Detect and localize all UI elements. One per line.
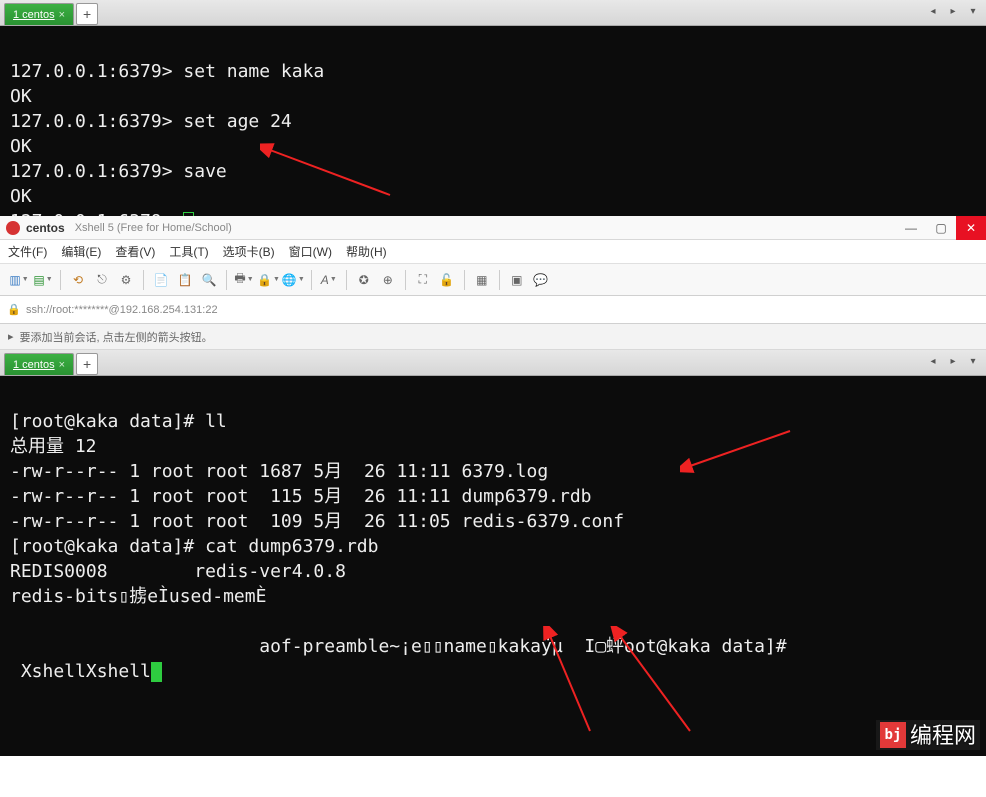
xshell-hintbar: ▸ 要添加当前会话, 点击左侧的箭头按钮。 [0,324,986,350]
lower-tab-bar: 1 centos × + ◂ ▸ ▾ [0,350,986,376]
fullscreen-button[interactable]: ⛶ [412,269,434,291]
watermark-logo-icon: bj [880,722,906,748]
tab-next-icon[interactable]: ▸ [944,354,962,372]
app-subtitle: Xshell 5 (Free for Home/School) [75,222,232,234]
maximize-button[interactable]: ▢ [926,216,956,240]
tab-menu-icon[interactable]: ▾ [964,354,982,372]
open-button[interactable]: ▤▼ [32,269,54,291]
prompt: [root@kaka data]# [10,536,205,557]
chat-button[interactable]: 💬 [530,269,552,291]
paste-button[interactable]: 📋 [174,269,196,291]
watermark-text: 编程网 [910,723,976,748]
output: -rw-r--r-- 1 root root 1687 5月 26 11:11 … [10,461,548,482]
prompt: 127.0.0.1:6379> [10,111,183,132]
menu-tools[interactable]: 工具(T) [169,243,208,260]
command: set age 24 [183,111,291,132]
menu-tabs[interactable]: 选项卡(B) [223,243,275,260]
tab-prev-icon[interactable]: ◂ [924,4,942,22]
hint-icon[interactable]: ▸ [8,330,14,343]
prompt: 127.0.0.1:6379> [10,161,183,182]
tab-close-icon[interactable]: × [59,354,65,376]
separator [464,270,465,290]
compose-button[interactable]: ▦ [471,269,493,291]
separator [311,270,312,290]
watermark: bj 编程网 [876,720,980,750]
star-button[interactable]: ✪ [353,269,375,291]
xshell-addressbar: 🔒 ssh://root:********@192.168.254.131:22 [0,296,986,324]
tab-centos-upper[interactable]: 1 centos × [4,3,74,25]
lower-terminal[interactable]: [root@kaka data]# ll 总用量 12 -rw-r--r-- 1… [0,376,986,756]
output: redis-bits▯掳eÌused-memÈ [10,586,266,607]
tab-label: 1 centos [13,4,55,26]
upper-tab-bar: 1 centos × + ◂ ▸ ▾ [0,0,986,26]
world-button[interactable]: ⊕ [377,269,399,291]
close-button[interactable]: ✕ [956,216,986,240]
find-button[interactable]: 🔍 [198,269,220,291]
tab-prev-icon[interactable]: ◂ [924,354,942,372]
lock-icon: 🔒 [8,304,20,316]
command: save [183,161,226,182]
separator [346,270,347,290]
disconnect-button[interactable]: ⎋ [91,269,113,291]
app-name: centos [26,221,65,235]
new-button[interactable]: ▥▼ [8,269,30,291]
xshell-titlebar: centos Xshell 5 (Free for Home/School) —… [0,216,986,240]
menu-window[interactable]: 窗口(W) [289,243,332,260]
tab-centos-lower[interactable]: 1 centos × [4,353,74,375]
menu-help[interactable]: 帮助(H) [346,243,387,260]
tab-label: 1 centos [13,354,55,376]
separator [405,270,406,290]
output: aof-preamble~¡e▯▯name▯kakaÿµ I▢蚲oot@kaka… [10,636,787,657]
red-arrow-icon [260,140,400,200]
command: ll [205,411,227,432]
tab-menu-icon[interactable]: ▾ [964,4,982,22]
output: 总用量 12 [10,436,97,457]
xshell-toolbar: ▥▼ ▤▼ ⟲ ⎋ ⚙ 📄 📋 🔍 🖶▼ 🔒▼ 🌐▼ A▼ ✪ ⊕ ⛶ 🔓 ▦ … [0,264,986,296]
separator [226,270,227,290]
globe-button[interactable]: 🌐▼ [282,269,305,291]
font-button[interactable]: A▼ [318,269,340,291]
output: XshellXshell [10,661,151,682]
hint-text: 要添加当前会话, 点击左侧的箭头按钮。 [20,329,213,345]
menu-file[interactable]: 文件(F) [8,243,47,260]
tab-add-button[interactable]: + [76,3,98,25]
output: OK [10,186,32,207]
xshell-menubar: 文件(F) 编辑(E) 查看(V) 工具(T) 选项卡(B) 窗口(W) 帮助(… [0,240,986,264]
command: set name kaka [183,61,324,82]
output: OK [10,136,32,157]
command: cat dump6379.rdb [205,536,378,557]
red-arrow-icon [680,426,800,476]
output: -rw-r--r-- 1 root root 115 5月 26 11:11 d… [10,486,592,507]
upper-terminal[interactable]: 127.0.0.1:6379> set name kaka OK 127.0.0… [0,26,986,216]
menu-edit[interactable]: 编辑(E) [61,243,101,260]
lock2-button[interactable]: 🔓 [436,269,458,291]
tab-close-icon[interactable]: × [59,4,65,26]
cursor-icon [151,662,162,682]
separator [60,270,61,290]
tab-add-button[interactable]: + [76,353,98,375]
menu-view[interactable]: 查看(V) [115,243,155,260]
minimize-button[interactable]: — [896,216,926,240]
app-logo-icon [6,221,20,235]
lock-button[interactable]: 🔒▼ [257,269,280,291]
tab-next-icon[interactable]: ▸ [944,4,962,22]
separator [143,270,144,290]
output: REDIS0008 redis-ver4.0.8 [10,561,346,582]
copy-button[interactable]: 📄 [150,269,172,291]
print-button[interactable]: 🖶▼ [233,269,255,291]
output: OK [10,86,32,107]
separator [499,270,500,290]
terminal-button[interactable]: ▣ [506,269,528,291]
ssh-address[interactable]: ssh://root:********@192.168.254.131:22 [26,304,218,316]
output: -rw-r--r-- 1 root root 109 5月 26 11:05 r… [10,511,624,532]
properties-button[interactable]: ⚙ [115,269,137,291]
prompt: 127.0.0.1:6379> [10,61,183,82]
reconnect-button[interactable]: ⟲ [67,269,89,291]
prompt: [root@kaka data]# [10,411,205,432]
